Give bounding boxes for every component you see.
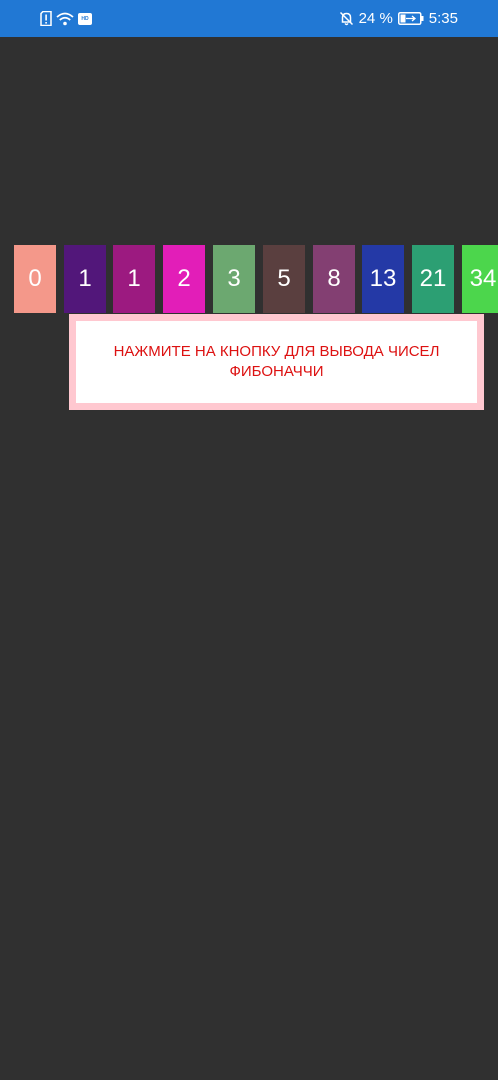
message-text: НАЖМИТЕ НА КНОПКУ ДЛЯ ВЫВОДА ЧИСЕЛ ФИБОН… [113,343,440,380]
fibonacci-tile: 0 [14,245,56,313]
status-bar: HD 24 % 5:35 [0,0,498,37]
battery-percent: 24 % [358,10,393,27]
fibonacci-tile: 34 [462,245,498,313]
bell-off-icon [339,11,354,26]
fibonacci-tile: 5 [263,245,305,313]
clock-time: 5:35 [428,10,458,27]
hd-icon: HD [78,12,92,25]
battery-charging-icon [397,12,424,25]
fibonacci-tile: 21 [412,245,454,313]
fibonacci-tiles-row: 0 1 1 2 3 5 8 13 21 34 [0,245,498,313]
fibonacci-tile: 1 [64,245,106,313]
status-left-icons: HD [40,10,92,27]
sim-alert-icon [40,11,52,26]
message-box: НАЖМИТЕ НА КНОПКУ ДЛЯ ВЫВОДА ЧИСЕЛ ФИБОН… [76,321,477,403]
status-right-icons: 24 % 5:35 [339,9,458,28]
wifi-icon [56,12,74,26]
fibonacci-tile: 3 [213,245,255,313]
fibonacci-tile: 2 [163,245,205,313]
fibonacci-tile: 13 [362,245,404,313]
message-panel: НАЖМИТЕ НА КНОПКУ ДЛЯ ВЫВОДА ЧИСЕЛ ФИБОН… [69,314,484,410]
fibonacci-tile: 8 [313,245,355,313]
fibonacci-tile: 1 [113,245,155,313]
